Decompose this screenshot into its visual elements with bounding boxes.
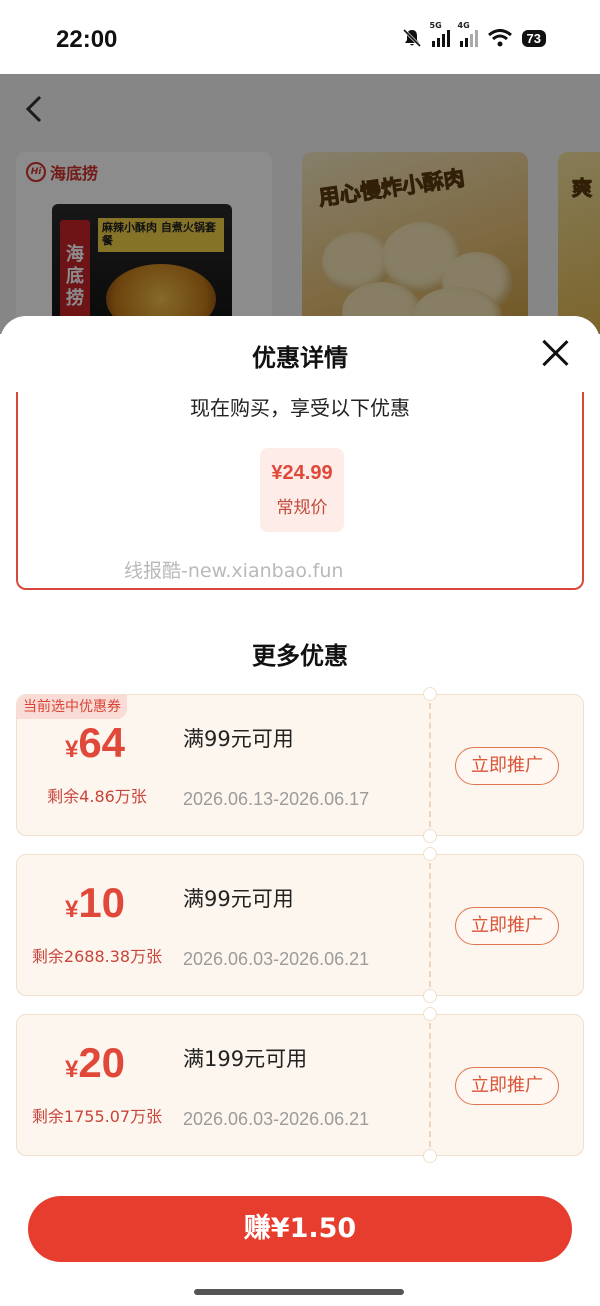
coupon-condition: 满99元可用 — [183, 727, 294, 751]
selected-coupon-badge: 当前选中优惠券 — [17, 695, 127, 719]
coupon-notch — [423, 1007, 437, 1021]
promote-button[interactable]: 立即推广 — [455, 1067, 559, 1105]
coupon-divider — [429, 1023, 431, 1147]
coupon-dates: 2026.06.03-2026.06.21 — [183, 1109, 370, 1129]
coupon-divider — [429, 863, 431, 987]
coupon-currency: ¥ — [64, 896, 79, 923]
regular-price-value: ¥24.99 — [271, 462, 333, 484]
coupon-currency: ¥ — [64, 1056, 79, 1083]
more-offers-title: 更多优惠 — [252, 642, 348, 670]
promote-button[interactable]: 立即推广 — [455, 907, 559, 945]
signal-5g-label: 5G — [429, 21, 442, 30]
sheet-title: 优惠详情 — [252, 344, 348, 372]
close-icon[interactable] — [540, 338, 570, 368]
promote-button[interactable]: 立即推广 — [455, 747, 559, 785]
coupon-dates: 2026.06.13-2026.06.17 — [183, 789, 370, 809]
status-icons: 5G 4G 73 — [402, 21, 546, 48]
offer-subtitle: 现在购买，享受以下优惠 — [190, 396, 410, 420]
coupon-remaining: 剩余2688.38万张 — [31, 947, 163, 966]
silent-bell-icon — [402, 28, 421, 48]
coupon-notch — [423, 1149, 437, 1163]
coupon-notch — [423, 829, 437, 843]
discount-details-sheet: 优惠详情 现在购买，享受以下优惠 ¥24.99 常规价 线报酷-new.xian… — [0, 316, 600, 1306]
status-time: 22:00 — [56, 26, 118, 53]
coupon-amount: ¥64 — [17, 719, 173, 767]
current-offer-box: 现在购买，享受以下优惠 ¥24.99 常规价 线报酷-new.xianbao.f… — [16, 392, 584, 590]
coupon-notch — [423, 989, 437, 1003]
regular-price-chip: ¥24.99 常规价 — [260, 448, 344, 532]
coupon-currency: ¥ — [64, 736, 79, 763]
watermark: 线报酷-new.xianbao.fun — [124, 560, 344, 582]
coupon-card[interactable]: ¥10 剩余2688.38万张 满99元可用 2026.06.03-2026.0… — [16, 847, 584, 1003]
coupon-remaining: 剩余4.86万张 — [47, 787, 147, 806]
signal-5g-icon: 5G — [430, 21, 450, 47]
coupon-amount: ¥20 — [17, 1039, 173, 1087]
coupon-condition: 满99元可用 — [183, 887, 294, 911]
coupon-notch — [423, 847, 437, 861]
status-bar: 22:00 5G 4G 73 — [0, 0, 600, 74]
coupon-value: 64 — [78, 719, 126, 766]
coupon-remaining: 剩余1755.07万张 — [31, 1107, 163, 1126]
dim-overlay[interactable] — [0, 74, 600, 334]
coupon-card[interactable]: 当前选中优惠券 ¥64 剩余4.86万张 满99元可用 2026.06.13-2… — [16, 687, 584, 843]
battery-icon: 73 — [521, 29, 546, 47]
signal-4g-label: 4G — [457, 21, 470, 30]
coupon-divider — [429, 703, 431, 827]
earn-commission-button[interactable]: 赚¥1.50 — [28, 1196, 572, 1262]
coupon-amount: ¥10 — [17, 879, 173, 927]
coupon-value: 20 — [78, 1039, 126, 1086]
signal-4g-icon: 4G — [458, 21, 478, 47]
coupon-card[interactable]: ¥20 剩余1755.07万张 满199元可用 2026.06.03-2026.… — [16, 1007, 584, 1163]
coupon-condition: 满199元可用 — [183, 1047, 308, 1071]
coupon-notch — [423, 687, 437, 701]
coupon-dates: 2026.06.03-2026.06.21 — [183, 949, 370, 969]
regular-price-label: 常规价 — [276, 498, 328, 518]
wifi-icon — [487, 29, 512, 47]
coupon-value: 10 — [78, 879, 126, 926]
home-indicator[interactable] — [194, 1289, 404, 1295]
